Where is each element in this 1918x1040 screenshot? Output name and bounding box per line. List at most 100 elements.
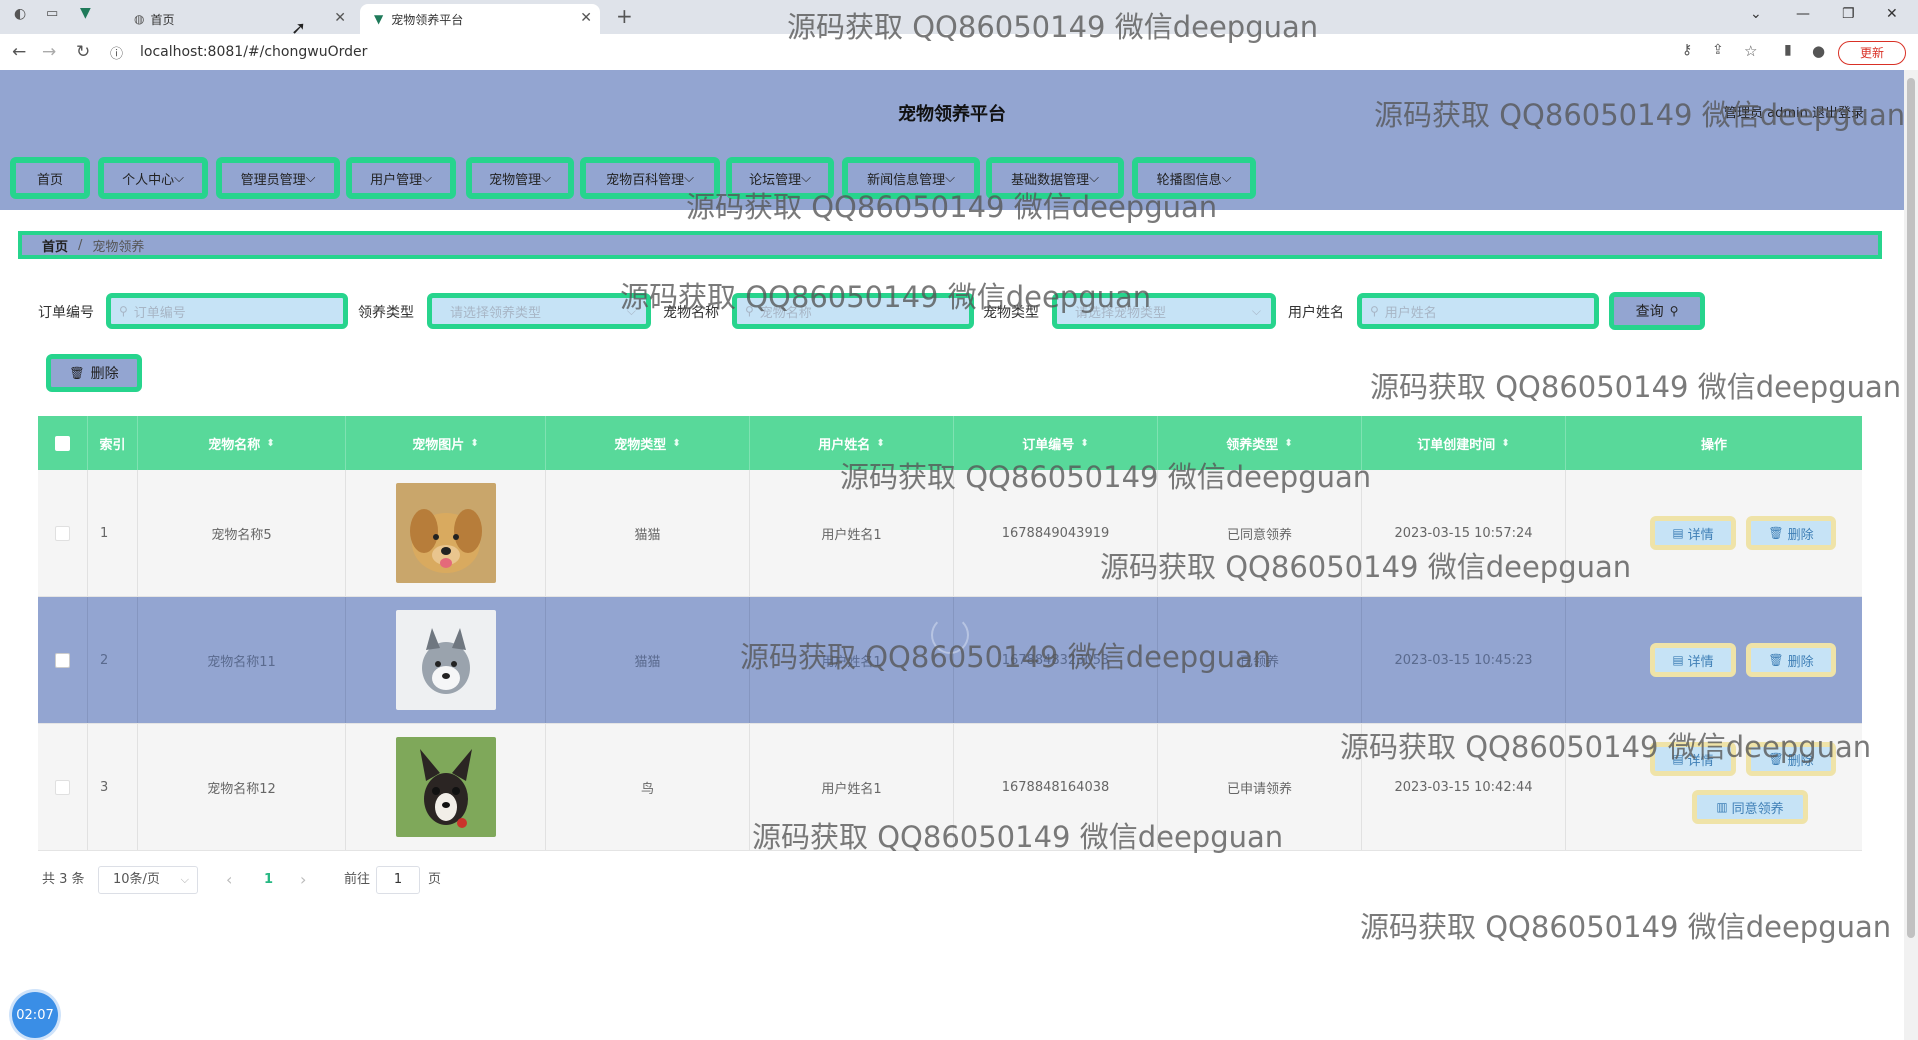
select-all-checkbox[interactable] xyxy=(55,435,70,451)
tab-label: 宠物领养平台 xyxy=(391,12,464,27)
close-window-icon[interactable]: ✕ xyxy=(1886,6,1898,22)
col-pet-image[interactable]: 宠物图片 ⬍ xyxy=(346,416,546,470)
globe-icon: ◍ xyxy=(134,12,145,26)
delete-button[interactable]: 🗑 删除 xyxy=(1746,742,1836,776)
row-checkbox[interactable] xyxy=(55,525,70,541)
star-icon[interactable]: ☆ xyxy=(1744,42,1757,60)
pet-type-select[interactable]: 请选择宠物类型 ⌵ xyxy=(1052,293,1276,329)
document-icon: ▤ xyxy=(1672,752,1684,766)
next-page-button[interactable]: › xyxy=(300,866,306,894)
tab-home[interactable]: ◍ 首页 ✕ xyxy=(104,4,354,34)
sidebar-icon[interactable]: ▮ xyxy=(1784,42,1792,58)
new-tab-button[interactable]: + xyxy=(616,4,633,28)
breadcrumb-home[interactable]: 首页 xyxy=(42,236,68,255)
sort-icon[interactable]: ⬍ xyxy=(672,438,680,449)
select-placeholder: 请选择宠物类型 xyxy=(1075,305,1167,321)
pet-photo-husky-dog[interactable] xyxy=(395,610,496,710)
menu-admin-manage[interactable]: 管理员管理 ⌵ xyxy=(216,157,340,199)
search-icon: ⚲ xyxy=(1669,304,1679,318)
pet-photo-golden-dog[interactable] xyxy=(395,483,496,583)
header-label: 订单创建时间 xyxy=(1417,437,1496,453)
col-order-no[interactable]: 订单编号 ⬍ xyxy=(954,416,1158,470)
breadcrumb-separator: / xyxy=(78,237,83,253)
back-icon[interactable]: ← xyxy=(12,42,26,62)
menu-home[interactable]: 首页 xyxy=(10,157,90,199)
cell-pet-type: 猫猫 xyxy=(546,470,750,596)
share-icon[interactable]: ⇪ xyxy=(1712,42,1724,58)
watermark-text: 源码获取 QQ86050149 微信deepguan xyxy=(1370,370,1902,404)
forward-icon[interactable]: → xyxy=(42,42,56,62)
sort-icon[interactable]: ⬍ xyxy=(1080,438,1088,449)
browser-update-button[interactable]: 更新 xyxy=(1838,41,1906,65)
goto-page-input[interactable]: 1 xyxy=(376,866,420,894)
sort-icon[interactable]: ⬍ xyxy=(470,438,478,449)
adopt-type-select[interactable]: 请选择领养类型 ⌵ xyxy=(427,293,651,329)
user-name-input[interactable]: ⚲ 用户姓名 xyxy=(1357,293,1599,329)
reload-icon[interactable]: ↻ xyxy=(76,42,90,62)
menu-base-data-manage[interactable]: 基础数据管理 ⌵ xyxy=(986,157,1124,199)
search-icon: ⚲ xyxy=(1370,304,1379,318)
input-placeholder: 用户姓名 xyxy=(1384,305,1437,321)
close-tab-icon[interactable]: ✕ xyxy=(580,10,592,26)
trash-icon: 🗑 xyxy=(1768,526,1784,540)
col-created-time[interactable]: 订单创建时间 ⬍ xyxy=(1362,416,1566,470)
mouse-cursor-icon: ➚ xyxy=(291,18,307,39)
restore-icon[interactable]: ❐ xyxy=(1842,6,1855,22)
detail-button[interactable]: ▤ 详情 xyxy=(1650,516,1736,550)
row-checkbox[interactable] xyxy=(55,652,70,668)
menu-forum-manage[interactable]: 论坛管理 ⌵ xyxy=(726,157,834,199)
scrollbar-thumb[interactable] xyxy=(1907,78,1915,938)
menu-carousel-info[interactable]: 轮播图信息 ⌵ xyxy=(1132,157,1256,199)
col-adopt-type[interactable]: 领养类型 ⬍ xyxy=(1158,416,1362,470)
vue-favicon-icon[interactable]: ▼ xyxy=(80,5,91,21)
delete-button[interactable]: 🗑 删除 xyxy=(1746,516,1836,550)
sort-icon[interactable]: ⬍ xyxy=(1284,438,1292,449)
pet-photo-chihuahua-dog[interactable] xyxy=(395,737,496,837)
page-number[interactable]: 1 xyxy=(264,866,273,894)
header-label: 领养类型 xyxy=(1226,437,1279,453)
page-size-value: 10条/页 xyxy=(113,872,160,887)
sort-icon[interactable]: ⬍ xyxy=(266,438,274,449)
header-label: 宠物图片 xyxy=(412,437,465,453)
col-pet-type[interactable]: 宠物类型 ⬍ xyxy=(546,416,750,470)
tab-search-icon[interactable]: ⌄ xyxy=(1750,6,1762,22)
menu-user-manage[interactable]: 用户管理 ⌵ xyxy=(346,157,456,199)
blank-tab-icon[interactable]: ▭ xyxy=(46,6,58,21)
trash-icon: 🗑 xyxy=(1768,653,1784,667)
page-scrollbar[interactable] xyxy=(1904,70,1918,1040)
batch-delete-button[interactable]: 🗑 删除 xyxy=(46,354,142,392)
tab-active[interactable]: ▼ 宠物领养平台 ✕ xyxy=(360,4,600,34)
order-no-input[interactable]: ⚲ 订单编号 xyxy=(106,293,348,329)
header-label: 宠物名称 xyxy=(208,437,261,453)
search-button[interactable]: 查询 ⚲ xyxy=(1609,292,1705,330)
row-checkbox[interactable] xyxy=(55,779,70,795)
agree-adopt-button[interactable]: ▥ 同意领养 xyxy=(1692,790,1808,824)
prev-page-button[interactable]: ‹ xyxy=(226,866,232,894)
sort-icon[interactable]: ⬍ xyxy=(876,438,884,449)
key-icon[interactable]: ⚷ xyxy=(1682,42,1692,58)
minimize-icon[interactable]: — xyxy=(1796,6,1810,22)
menu-personal-center[interactable]: 个人中心 ⌵ xyxy=(98,157,208,199)
col-user-name[interactable]: 用户姓名 ⬍ xyxy=(750,416,954,470)
pet-name-input[interactable]: ⚲ 宠物名称 xyxy=(732,293,974,329)
info-icon[interactable]: ⓘ xyxy=(110,43,123,62)
page-size-select[interactable]: 10条/页 ⌵ xyxy=(98,866,198,894)
delete-button[interactable]: 🗑 删除 xyxy=(1746,643,1836,677)
detail-button[interactable]: ▤ 详情 xyxy=(1650,643,1736,677)
menu-news-manage[interactable]: 新闻信息管理 ⌵ xyxy=(842,157,980,199)
close-tab-icon[interactable]: ✕ xyxy=(334,10,346,26)
chrome-icon[interactable]: ◐ xyxy=(14,6,26,22)
header-user-actions[interactable]: 管理员 admin 退出登录 xyxy=(1724,102,1864,121)
table-row[interactable]: 1 宠物名称5 猫猫 用户姓名1 1678849043919 已同意领养 202… xyxy=(38,470,1862,597)
col-pet-name[interactable]: 宠物名称 ⬍ xyxy=(138,416,346,470)
menu-pet-manage[interactable]: 宠物管理 ⌵ xyxy=(466,157,574,199)
menu-pet-wiki-manage[interactable]: 宠物百科管理 ⌵ xyxy=(580,157,720,199)
trash-icon: 🗑 xyxy=(69,366,85,380)
sort-icon[interactable]: ⬍ xyxy=(1501,438,1509,449)
url-field[interactable]: localhost:8081/#/chongwuOrder xyxy=(140,41,367,63)
menu-label: 基础数据管理 xyxy=(1011,172,1090,188)
table-row[interactable]: 3 宠物名称12 鸟 用户姓名1 1678848164038 已申请领养 202… xyxy=(38,724,1862,851)
cell-adopt-type: 已同意领养 xyxy=(1158,470,1362,596)
detail-button[interactable]: ▤ 详情 xyxy=(1650,742,1736,776)
profile-avatar-icon[interactable]: ● xyxy=(1812,42,1825,60)
